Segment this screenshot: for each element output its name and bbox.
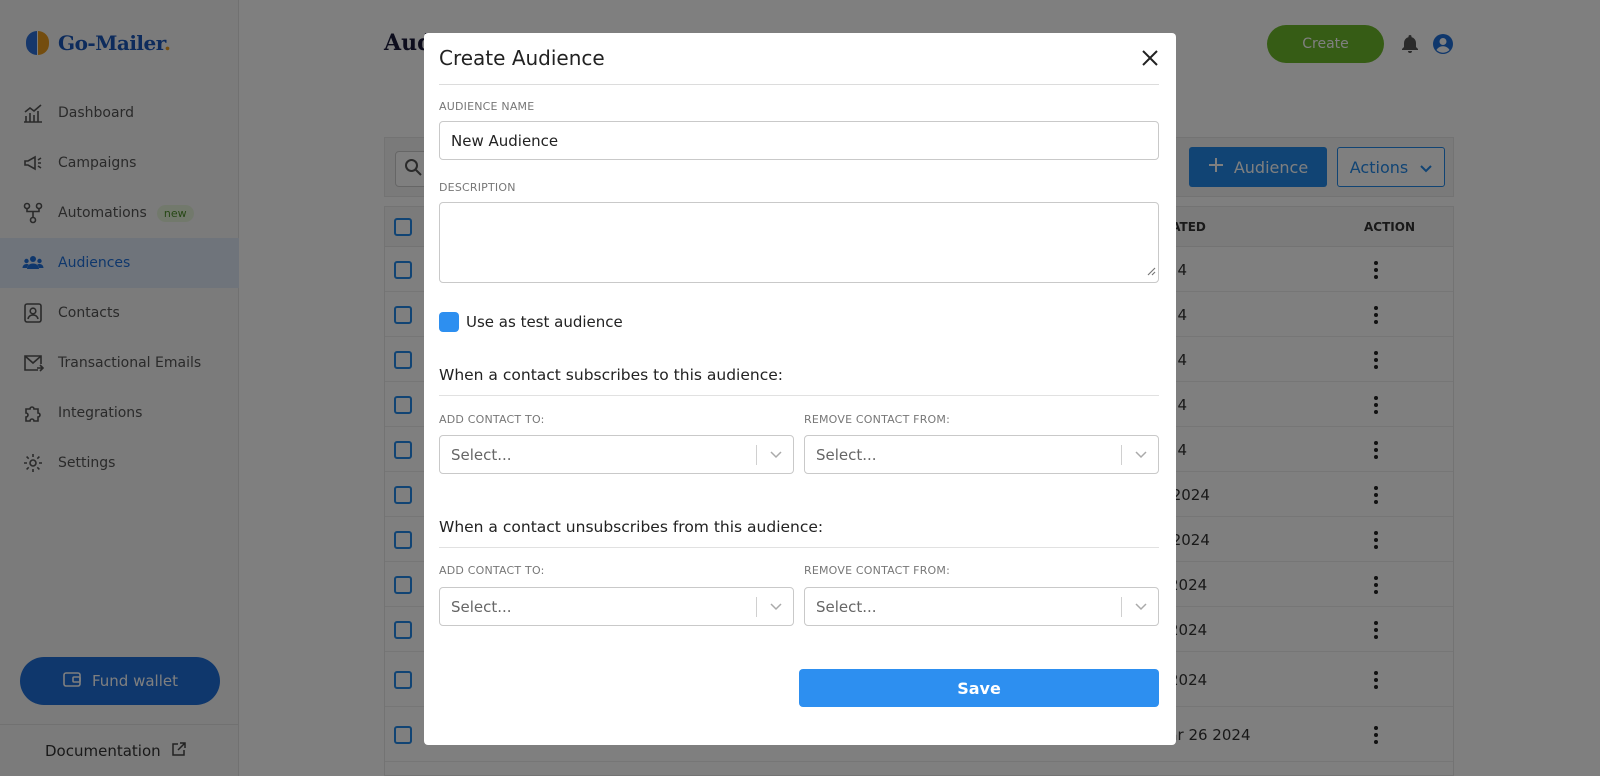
test-audience-label: Use as test audience xyxy=(466,313,623,331)
unsubscribe-section-heading: When a contact unsubscribes from this au… xyxy=(439,518,824,536)
close-icon[interactable] xyxy=(1140,48,1160,68)
select-placeholder: Select... xyxy=(816,598,877,616)
test-audience-checkbox[interactable] xyxy=(439,312,459,332)
select-placeholder: Select... xyxy=(451,598,512,616)
modal-divider xyxy=(439,84,1159,85)
subscribe-section-heading: When a contact subscribes to this audien… xyxy=(439,366,783,384)
remove-contact-label: REMOVE CONTACT FROM: xyxy=(804,564,951,577)
chevron-down-icon xyxy=(1134,598,1148,617)
create-audience-modal: Create Audience AUDIENCE NAME DESCRIPTIO… xyxy=(424,33,1176,745)
subscribe-remove-contact-select[interactable]: Select... xyxy=(804,435,1159,474)
chevron-down-icon xyxy=(1134,446,1148,465)
add-contact-label: ADD CONTACT TO: xyxy=(439,564,545,577)
save-button[interactable]: Save xyxy=(799,669,1159,707)
section-divider xyxy=(439,547,1159,548)
chevron-down-icon xyxy=(769,598,783,617)
audience-name-input[interactable] xyxy=(439,121,1159,160)
select-placeholder: Select... xyxy=(451,446,512,464)
select-placeholder: Select... xyxy=(816,446,877,464)
chevron-down-icon xyxy=(769,446,783,465)
add-contact-label: ADD CONTACT TO: xyxy=(439,413,545,426)
resize-handle-icon[interactable] xyxy=(1146,261,1156,280)
remove-contact-label: REMOVE CONTACT FROM: xyxy=(804,413,951,426)
audience-name-label: AUDIENCE NAME xyxy=(439,100,535,113)
unsubscribe-remove-contact-select[interactable]: Select... xyxy=(804,587,1159,626)
modal-title: Create Audience xyxy=(439,46,605,70)
subscribe-add-contact-select[interactable]: Select... xyxy=(439,435,794,474)
description-label: DESCRIPTION xyxy=(439,181,516,194)
unsubscribe-add-contact-select[interactable]: Select... xyxy=(439,587,794,626)
description-textarea[interactable] xyxy=(439,202,1159,283)
section-divider xyxy=(439,395,1159,396)
